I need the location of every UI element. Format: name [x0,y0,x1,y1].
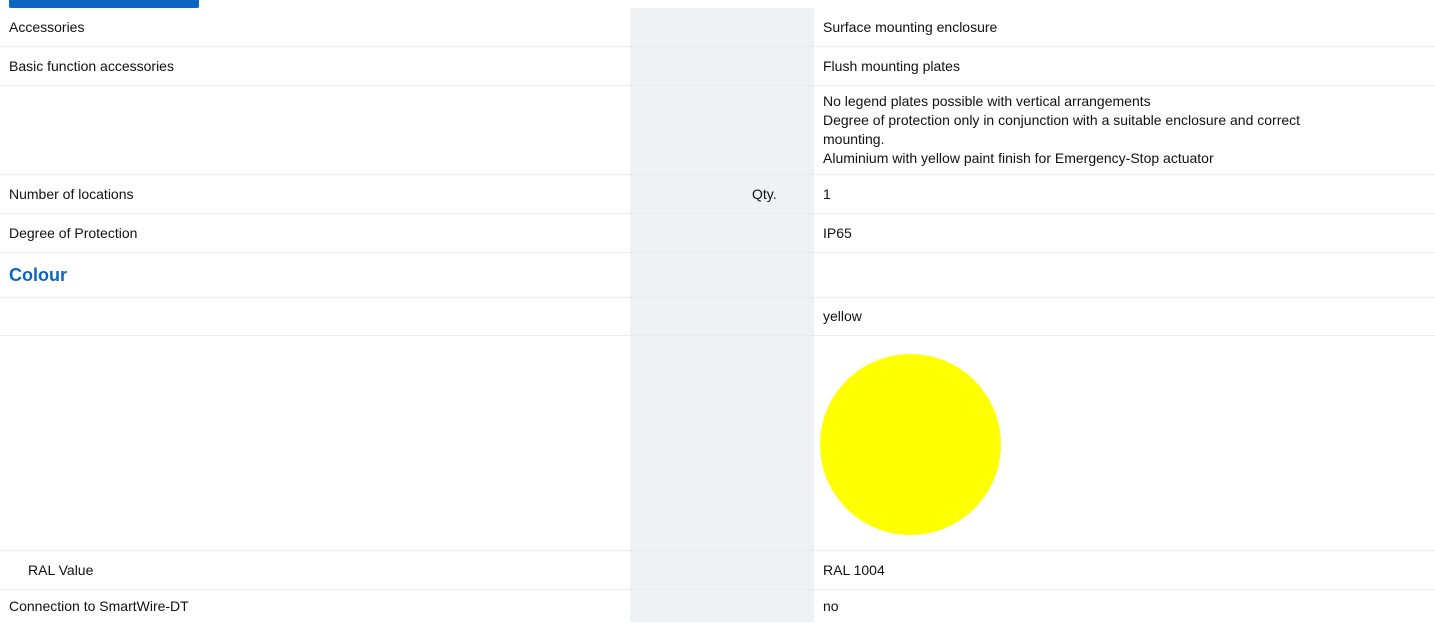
spec-table: Accessories Surface mounting enclosure B… [0,8,1435,622]
note-line: No legend plates possible with vertical … [823,93,1151,109]
row-value: no [823,597,839,614]
unit-cell: Qty. [743,174,814,214]
shade-cell [630,46,743,86]
unit-cell [743,46,814,86]
unit-cell [743,589,814,622]
row-label: RAL Value [0,550,630,590]
row-label: Number of locations [0,174,630,214]
row-label: Connection to SmartWire-DT [9,597,189,614]
shade-cell [630,85,743,175]
table-row-section-colour: Colour [0,252,1435,298]
table-row-notes: No legend plates possible with vertical … [0,85,1435,175]
shade-cell [630,8,743,47]
shade-cell [630,213,743,253]
row-value: yellow [814,297,1435,336]
unit-cell [743,8,814,47]
shade-cell [630,174,743,214]
row-label: Accessories [0,8,630,47]
shade-cell [630,297,743,336]
unit-cell [743,252,814,298]
note-line: Degree of protection only in conjunction… [823,112,1301,128]
notes-value: No legend plates possible with vertical … [814,85,1435,175]
row-value: Surface mounting enclosure [814,8,1435,47]
shade-cell [630,335,743,551]
table-row-smartwire: Connection to SmartWire-DT no [0,589,1435,622]
row-label [0,297,630,336]
shade-cell [630,550,743,590]
colour-swatch [820,354,1001,535]
unit-cell [743,213,814,253]
table-row-colour-name: yellow [0,297,1435,336]
section-header-clipped [0,0,1435,8]
note-line: Aluminium with yellow paint finish for E… [823,150,1214,166]
unit-cell [743,85,814,175]
table-row-protection: Degree of Protection IP65 [0,213,1435,253]
section-title: Colour [0,252,630,298]
clipped-heading-mark [9,0,199,8]
unit-cell [743,335,814,551]
note-line: mounting. [823,131,885,147]
unit-cell [743,550,814,590]
row-value: IP65 [814,213,1435,253]
table-row-ral: RAL Value RAL 1004 [0,550,1435,590]
table-row-basic-function: Basic function accessories Flush mountin… [0,46,1435,86]
row-label [0,335,630,551]
row-value: RAL 1004 [814,550,1435,590]
row-label: Basic function accessories [0,46,630,86]
table-row-locations: Number of locations Qty. 1 [0,174,1435,214]
row-value: Flush mounting plates [814,46,1435,86]
row-label: Degree of Protection [0,213,630,253]
table-row-colour-swatch [0,335,1435,551]
unit-cell [743,297,814,336]
row-value: 1 [814,174,1435,214]
shade-cell [630,589,743,622]
swatch-cell [814,335,1435,551]
row-label [0,85,630,175]
row-value [814,252,1435,298]
table-row-accessories: Accessories Surface mounting enclosure [0,8,1435,47]
shade-cell [630,252,743,298]
